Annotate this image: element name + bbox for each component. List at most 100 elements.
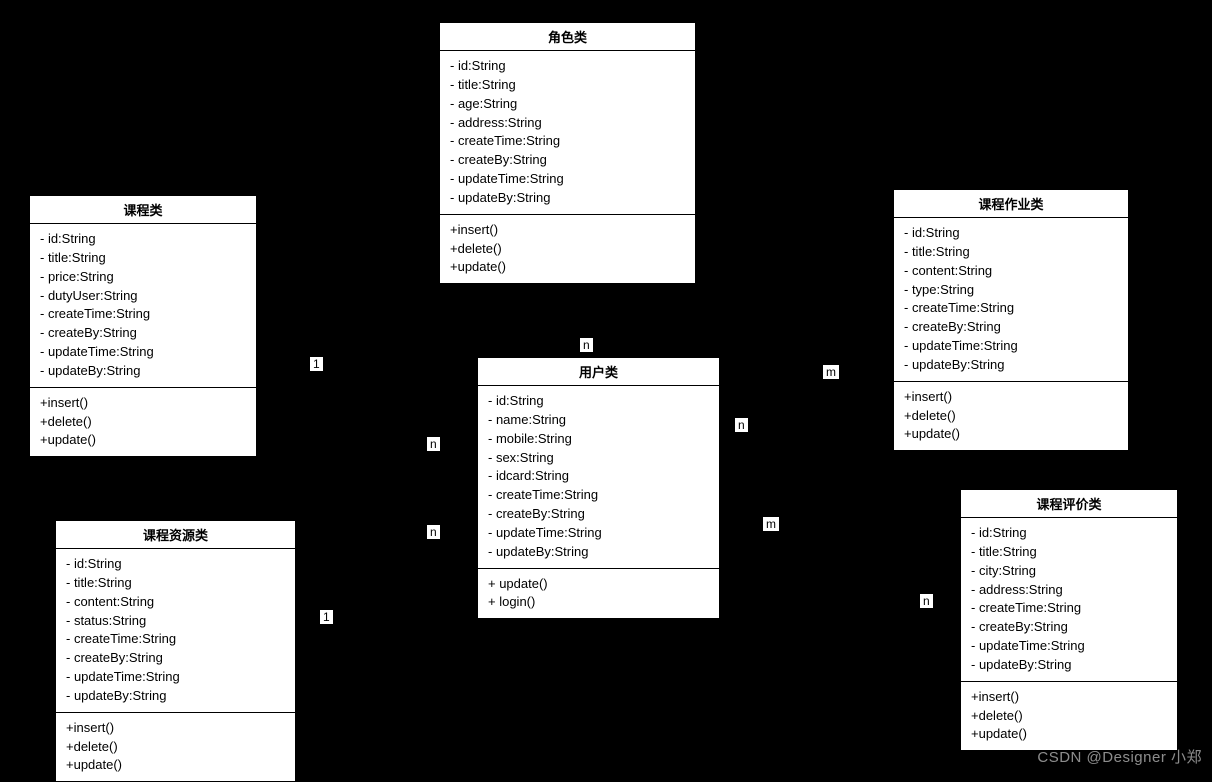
op: +delete() xyxy=(40,413,246,432)
class-title: 课程资源类 xyxy=(56,521,295,549)
op: +insert() xyxy=(40,394,246,413)
attr: - id:String xyxy=(40,230,246,249)
attr: - mobile:String xyxy=(488,430,709,449)
attr: - title:String xyxy=(66,574,285,593)
class-course: 课程类 - id:String - title:String - price:S… xyxy=(29,195,257,457)
class-user: 用户类 - id:String - name:String - mobile:S… xyxy=(477,357,720,619)
mult-homework-b: n xyxy=(735,418,748,432)
mult-review-b: n xyxy=(920,594,933,608)
op: + login() xyxy=(488,593,709,612)
attr: - createBy:String xyxy=(971,618,1167,637)
mult-resource-a: 1 xyxy=(320,610,333,624)
class-title: 课程评价类 xyxy=(961,490,1177,518)
mult-course-b: n xyxy=(427,437,440,451)
mult-homework-a: m xyxy=(823,365,839,379)
class-resource: 课程资源类 - id:String - title:String - conte… xyxy=(55,520,296,782)
attr: - createBy:String xyxy=(450,151,685,170)
op: +update() xyxy=(904,425,1118,444)
attr: - title:String xyxy=(450,76,685,95)
op: +insert() xyxy=(904,388,1118,407)
op: +insert() xyxy=(971,688,1167,707)
attr: - id:String xyxy=(904,224,1118,243)
attr: - updateTime:String xyxy=(904,337,1118,356)
attr: - createTime:String xyxy=(450,132,685,151)
class-attrs: - id:String - title:String - content:Str… xyxy=(894,218,1128,382)
class-ops: +insert() +delete() +update() xyxy=(440,215,695,284)
op: +delete() xyxy=(904,407,1118,426)
op: +delete() xyxy=(66,738,285,757)
class-attrs: - id:String - title:String - city:String… xyxy=(961,518,1177,682)
class-ops: +insert() +delete() +update() xyxy=(30,388,256,457)
op: +update() xyxy=(450,258,685,277)
class-ops: +insert() +delete() +update() xyxy=(894,382,1128,451)
op: + update() xyxy=(488,575,709,594)
attr: - address:String xyxy=(971,581,1167,600)
op: +update() xyxy=(66,756,285,775)
op: +update() xyxy=(971,725,1167,744)
class-ops: + update() + login() xyxy=(478,569,719,619)
attr: - dutyUser:String xyxy=(40,287,246,306)
attr: - id:String xyxy=(66,555,285,574)
class-title: 用户类 xyxy=(478,358,719,386)
attr: - createBy:String xyxy=(66,649,285,668)
attr: - address:String xyxy=(450,114,685,133)
mult-role-b: n xyxy=(580,338,593,352)
attr: - updateBy:String xyxy=(66,687,285,706)
attr: - updateTime:String xyxy=(488,524,709,543)
attr: - updateTime:String xyxy=(450,170,685,189)
class-attrs: - id:String - title:String - price:Strin… xyxy=(30,224,256,388)
mult-course-a: 1 xyxy=(310,357,323,371)
class-ops: +insert() +delete() +update() xyxy=(961,682,1177,751)
attr: - age:String xyxy=(450,95,685,114)
op: +insert() xyxy=(450,221,685,240)
attr: - createTime:String xyxy=(488,486,709,505)
class-title: 课程作业类 xyxy=(894,190,1128,218)
mult-resource-b: n xyxy=(427,525,440,539)
attr: - status:String xyxy=(66,612,285,631)
attr: - idcard:String xyxy=(488,467,709,486)
attr: - sex:String xyxy=(488,449,709,468)
attr: - createBy:String xyxy=(904,318,1118,337)
attr: - createTime:String xyxy=(40,305,246,324)
attr: - updateTime:String xyxy=(66,668,285,687)
class-attrs: - id:String - title:String - age:String … xyxy=(440,51,695,215)
attr: - id:String xyxy=(450,57,685,76)
class-ops: +insert() +delete() +update() xyxy=(56,713,295,782)
attr: - id:String xyxy=(971,524,1167,543)
attr: - updateBy:String xyxy=(450,189,685,208)
watermark: CSDN @Designer 小郑 xyxy=(1037,746,1202,767)
attr: - updateTime:String xyxy=(971,637,1167,656)
attr: - createTime:String xyxy=(66,630,285,649)
attr: - createTime:String xyxy=(971,599,1167,618)
class-attrs: - id:String - name:String - mobile:Strin… xyxy=(478,386,719,569)
attr: - content:String xyxy=(904,262,1118,281)
op: +delete() xyxy=(450,240,685,259)
class-title: 课程类 xyxy=(30,196,256,224)
attr: - type:String xyxy=(904,281,1118,300)
attr: - city:String xyxy=(971,562,1167,581)
class-role: 角色类 - id:String - title:String - age:Str… xyxy=(439,22,696,284)
attr: - title:String xyxy=(904,243,1118,262)
attr: - title:String xyxy=(40,249,246,268)
attr: - updateBy:String xyxy=(971,656,1167,675)
attr: - updateBy:String xyxy=(904,356,1118,375)
attr: - createBy:String xyxy=(488,505,709,524)
attr: - id:String xyxy=(488,392,709,411)
attr: - createTime:String xyxy=(904,299,1118,318)
mult-review-a: m xyxy=(763,517,779,531)
attr: - price:String xyxy=(40,268,246,287)
attr: - updateBy:String xyxy=(488,543,709,562)
op: +delete() xyxy=(971,707,1167,726)
op: +update() xyxy=(40,431,246,450)
op: +insert() xyxy=(66,719,285,738)
class-attrs: - id:String - title:String - content:Str… xyxy=(56,549,295,713)
attr: - title:String xyxy=(971,543,1167,562)
attr: - content:String xyxy=(66,593,285,612)
attr: - updateTime:String xyxy=(40,343,246,362)
attr: - updateBy:String xyxy=(40,362,246,381)
attr: - name:String xyxy=(488,411,709,430)
class-review: 课程评价类 - id:String - title:String - city:… xyxy=(960,489,1178,751)
class-homework: 课程作业类 - id:String - title:String - conte… xyxy=(893,189,1129,451)
attr: - createBy:String xyxy=(40,324,246,343)
class-title: 角色类 xyxy=(440,23,695,51)
